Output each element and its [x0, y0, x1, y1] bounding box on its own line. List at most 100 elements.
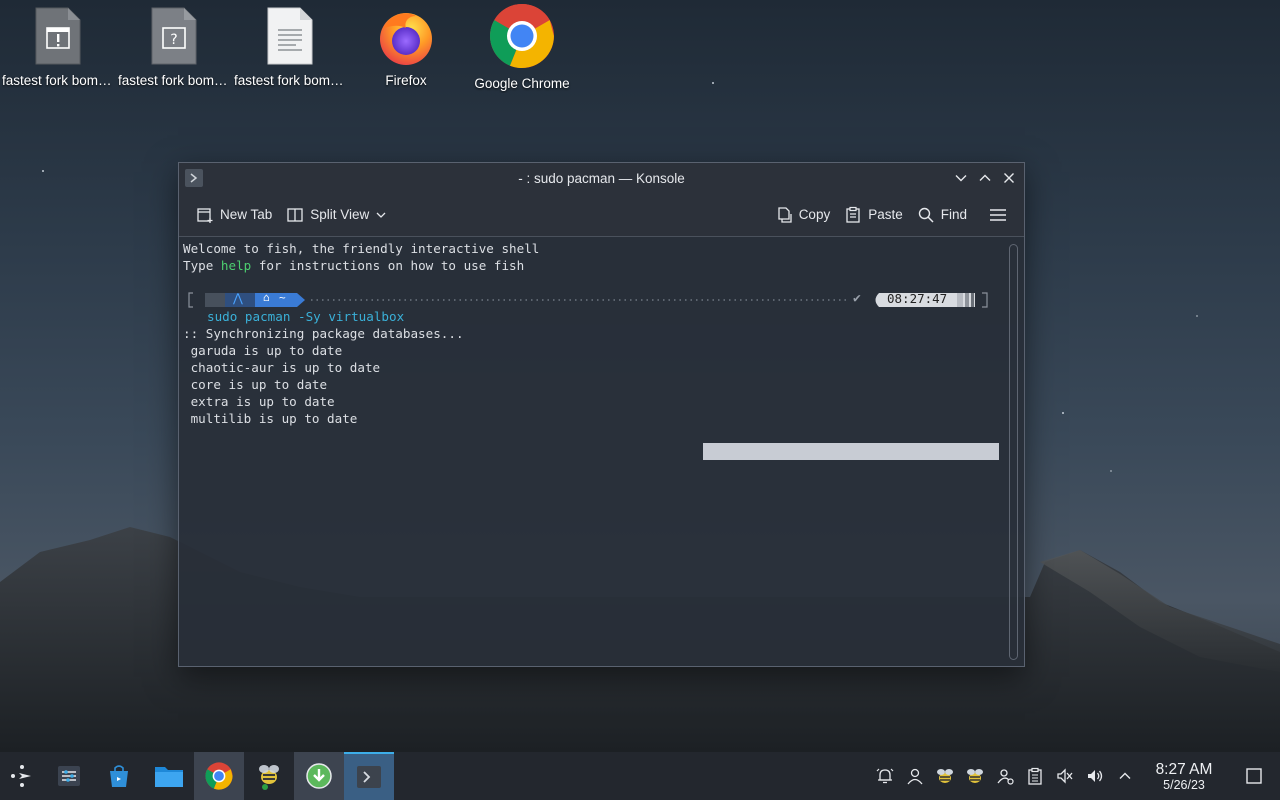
digital-clock[interactable]: 8:27 AM 5/26/23: [1140, 761, 1228, 792]
maximize-button[interactable]: [974, 167, 996, 189]
find-label: Find: [940, 207, 967, 222]
konsole-app-icon[interactable]: [185, 169, 203, 187]
terminal-output-line: core is up to date: [183, 377, 328, 392]
desktop-icon-label: fastest fork bomb possible...: [234, 73, 346, 88]
terminal-scrollbar[interactable]: [1009, 244, 1018, 660]
network-user-icon: [997, 769, 1014, 785]
download-icon: [306, 763, 332, 789]
desktop-icon-label: fastest fork bomb possible...: [118, 73, 230, 88]
split-view-button[interactable]: Split View: [279, 202, 394, 228]
show-desktop-button[interactable]: [1228, 752, 1280, 800]
tray-volume[interactable]: [1080, 752, 1110, 800]
paste-icon: [846, 206, 860, 223]
desktop-icon-file-3[interactable]: fastest fork bomb possible...: [234, 6, 346, 90]
konsole-window[interactable]: - : sudo pacman — Konsole New Tab Split …: [178, 162, 1025, 667]
taskbar: 8:27 AM 5/26/23: [0, 752, 1280, 800]
tray-garuda-2[interactable]: [960, 752, 990, 800]
shell-prompt: ⋀ ⌂ ~ ✔ 08:27:47: [187, 290, 997, 310]
desktop-icon-chrome[interactable]: Google Chrome: [466, 3, 578, 93]
tray-user[interactable]: [900, 752, 930, 800]
clock-time: 8:27 AM: [1155, 760, 1213, 778]
tray-expand[interactable]: [1110, 752, 1140, 800]
cmd-sudo: sudo: [207, 309, 245, 324]
close-button[interactable]: [998, 167, 1020, 189]
chevron-up-icon: [979, 174, 991, 181]
taskbar-garuda-assistant[interactable]: [244, 752, 294, 800]
taskbar-google-chrome[interactable]: [194, 752, 244, 800]
minimize-button[interactable]: [950, 167, 972, 189]
new-tab-label: New Tab: [220, 207, 273, 222]
search-icon: [918, 207, 934, 223]
split-view-icon: [287, 207, 303, 222]
taskbar-konsole[interactable]: [344, 752, 394, 800]
prompt-directory: ~: [279, 291, 286, 304]
taskbar-software-store[interactable]: [94, 752, 144, 800]
help-command: help: [220, 258, 252, 273]
window-title: - : sudo pacman — Konsole: [518, 170, 685, 186]
alarm-bell-icon: [876, 768, 894, 784]
show-desktop-icon: [1246, 768, 1262, 784]
prompt-time: 08:27:47: [887, 291, 948, 306]
desktop-icon-label: Google Chrome: [474, 76, 570, 91]
find-button[interactable]: Find: [910, 202, 974, 228]
volume-icon: [1088, 770, 1103, 782]
star: [712, 82, 714, 84]
tray-network[interactable]: [990, 752, 1020, 800]
help-prefix: Type: [183, 258, 221, 273]
terminal-output-line: garuda is up to date: [183, 343, 343, 358]
taskbar-downloader[interactable]: [294, 752, 344, 800]
split-view-label: Split View: [310, 207, 370, 222]
desktop-icon-label: Firefox: [385, 73, 427, 88]
tray-mic-muted[interactable]: [1050, 752, 1080, 800]
window-titlebar[interactable]: - : sudo pacman — Konsole: [179, 163, 1024, 193]
terminal-output-line: multilib is up to date: [183, 411, 358, 426]
firefox-icon: [376, 6, 436, 66]
bee-icon: [259, 765, 279, 790]
text-document-icon: [266, 6, 314, 66]
terminal-output-line: extra is up to date: [183, 394, 335, 409]
tray-garuda-1[interactable]: [930, 752, 960, 800]
copy-label: Copy: [798, 207, 831, 222]
tray-notifications[interactable]: [870, 752, 900, 800]
taskbar-settings[interactable]: [44, 752, 94, 800]
clipboard-icon: [1028, 767, 1042, 785]
arch-logo-icon: ⋀: [233, 291, 243, 305]
terminal-output-line: chaotic-aur is up to date: [183, 360, 381, 375]
tray-clipboard[interactable]: [1020, 752, 1050, 800]
user-icon: [907, 768, 923, 785]
copy-icon: [778, 206, 792, 223]
terminal-area[interactable]: Welcome to fish, the friendly interactiv…: [179, 238, 1024, 666]
cmd-args: -Sy virtualbox: [290, 309, 405, 324]
terminal-output-line: :: Synchronizing package databases...: [183, 326, 464, 341]
unknown-document-icon: ?: [150, 6, 198, 66]
help-suffix: for instructions on how to use fish: [251, 258, 525, 273]
speaker-muted-icon: [1057, 768, 1073, 784]
chrome-icon: [205, 762, 233, 790]
desktop-icon-file-1[interactable]: fastest fork bomb possible...: [2, 6, 114, 90]
star: [1196, 315, 1198, 317]
copy-button[interactable]: Copy: [768, 202, 838, 228]
paste-label: Paste: [868, 207, 903, 222]
desktop-icon-firefox[interactable]: Firefox: [350, 6, 462, 90]
chrome-icon: [489, 3, 555, 69]
new-tab-icon: [197, 207, 213, 223]
desktop-icon-file-2[interactable]: ? fastest fork bomb possible...: [118, 6, 230, 90]
bee-icon: [937, 769, 953, 783]
konsole-toolbar: New Tab Split View Copy Paste Find: [179, 193, 1024, 237]
chevron-up-icon: [1119, 772, 1131, 779]
progress-bar-block: [703, 443, 999, 460]
hamburger-menu-icon: [990, 208, 1006, 221]
chevron-down-icon: [955, 175, 967, 182]
app-launcher-button[interactable]: [0, 752, 44, 800]
warning-document-icon: [34, 6, 82, 66]
folder-icon: [155, 767, 183, 787]
system-tray: 8:27 AM 5/26/23: [870, 752, 1280, 800]
paste-button[interactable]: Paste: [837, 202, 910, 228]
chevron-down-icon: [376, 212, 386, 218]
success-check-icon: ✔: [853, 291, 861, 306]
new-tab-button[interactable]: New Tab: [189, 202, 279, 228]
desktop-icon-label: fastest fork bomb possible...: [2, 73, 114, 88]
taskbar-file-manager[interactable]: [144, 752, 194, 800]
cmd-pacman: pacman: [244, 309, 291, 324]
hamburger-menu-button[interactable]: [982, 202, 1014, 228]
